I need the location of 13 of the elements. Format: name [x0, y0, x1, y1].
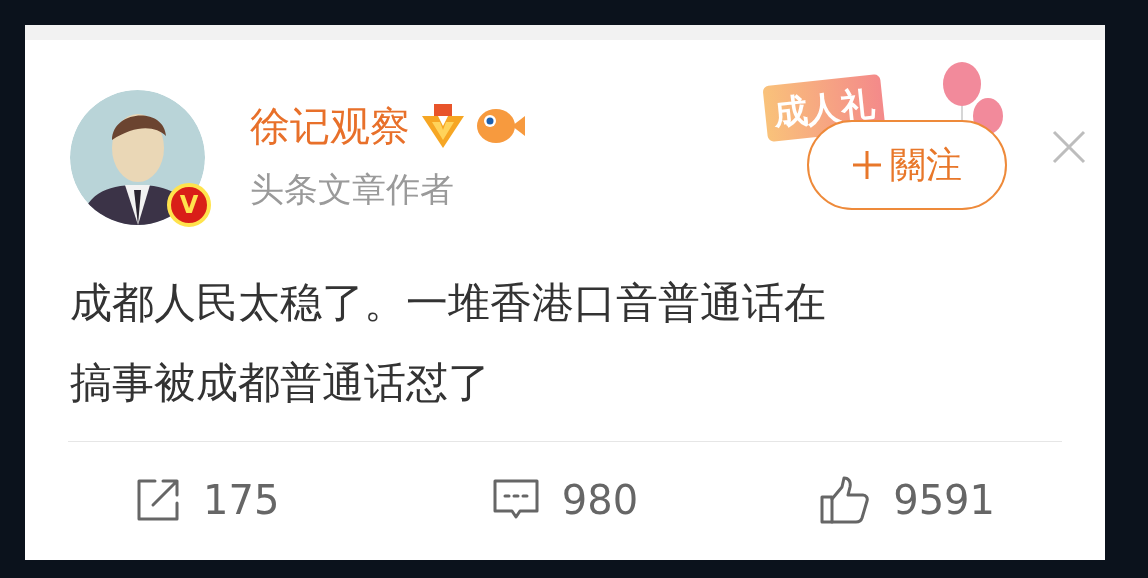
verified-badge: V	[167, 183, 211, 227]
stat-count[interactable]: 9591	[893, 470, 995, 530]
close-icon[interactable]	[1052, 130, 1086, 164]
plus-icon	[852, 150, 882, 180]
post-text: 成都人民太稳了。一堆香港口音普通话在 搞事被成都普通话怼了	[70, 277, 827, 409]
author-subtitle: 头条文章作者	[250, 168, 455, 211]
share-icon	[135, 477, 181, 523]
fish-icon	[476, 106, 526, 146]
stat-count[interactable]: 175	[203, 470, 280, 530]
author-name[interactable]: 徐记观察	[250, 100, 410, 152]
stat-count[interactable]: 980	[561, 470, 639, 530]
medal-icon	[420, 104, 466, 148]
thumbs-up-icon	[819, 475, 872, 525]
